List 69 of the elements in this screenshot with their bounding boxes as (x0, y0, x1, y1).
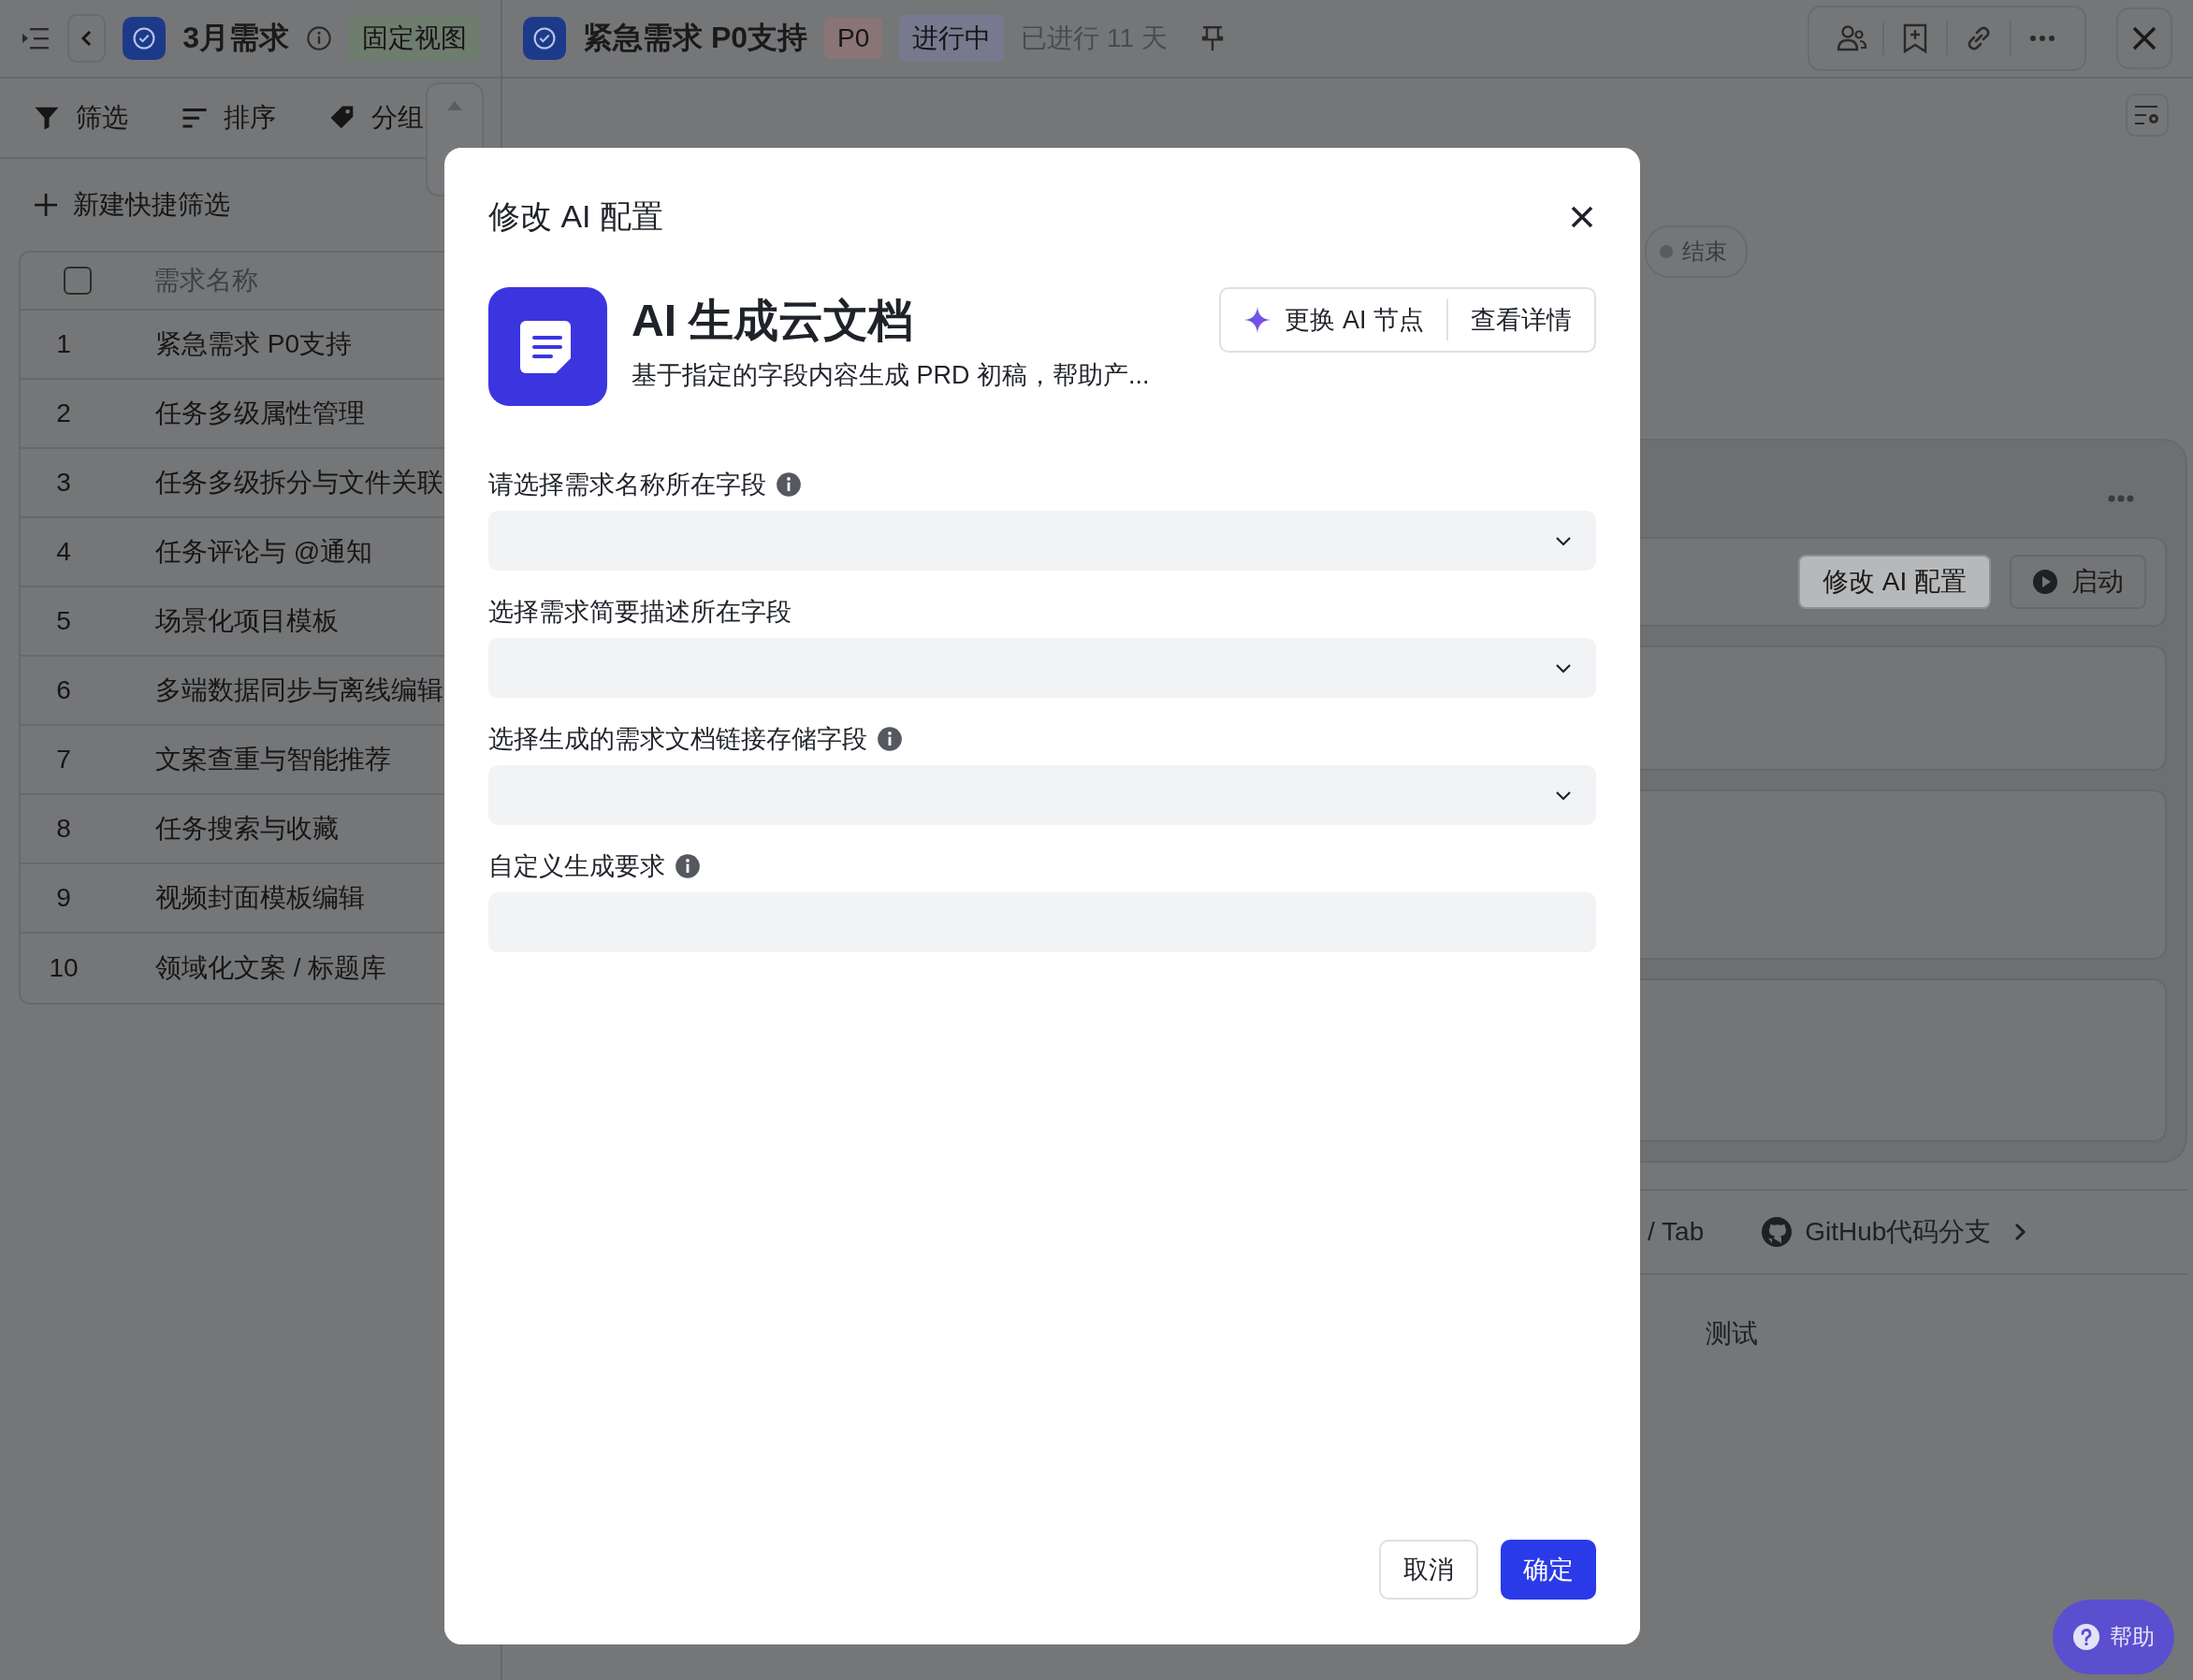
table-cell-text: 多端数据同步与离线编辑 (154, 674, 443, 706)
select-all-checkbox[interactable] (64, 267, 92, 295)
caret-up-icon (445, 99, 464, 112)
record-title: 紧急需求 P0支持 (583, 20, 808, 56)
row-number: 8 (55, 814, 72, 844)
info-icon (877, 726, 903, 752)
replace-ai-node-button[interactable]: 更换 AI 节点 (1221, 289, 1446, 351)
sidebar-toggle-icon[interactable] (21, 25, 51, 51)
node-description: 基于指定的字段内容生成 PRD 初稿，帮助产... (632, 360, 1151, 391)
confirm-button[interactable]: 确定 (1501, 1540, 1596, 1600)
tab-text: / Tab (1648, 1217, 1705, 1247)
row-number: 10 (48, 953, 80, 983)
info-icon (776, 471, 802, 498)
info-icon (675, 853, 701, 879)
close-icon (2130, 24, 2158, 52)
github-branch-link[interactable]: GitHub代码分支 (1760, 1214, 2029, 1250)
node-name: AI 生成云文档 (632, 295, 915, 347)
view-tag: 固定视图 (349, 15, 480, 62)
more-icon[interactable] (2107, 493, 2135, 503)
table-cell-text: 任务评论与 @通知 (154, 536, 373, 568)
row-number: 3 (55, 468, 72, 498)
start-button[interactable]: 启动 (2010, 555, 2146, 610)
table-cell-text: 领域化文案 / 标题库 (154, 952, 387, 984)
document-icon (488, 287, 607, 406)
cat-logo-icon (1760, 1215, 1794, 1249)
select-field[interactable] (488, 638, 1596, 698)
row-number: 1 (55, 329, 72, 359)
edit-ai-config-button[interactable]: 修改 AI 配置 (1798, 555, 1991, 610)
table-title: 3月需求 (182, 20, 289, 56)
row-number: 6 (55, 675, 72, 705)
toolbar-button[interactable]: 分组 (328, 100, 424, 136)
view-details-button[interactable]: 查看详情 (1448, 289, 1594, 351)
select-field[interactable] (488, 765, 1596, 825)
row-number: 4 (55, 537, 72, 567)
app-check-icon (523, 17, 566, 60)
plus-icon (34, 193, 58, 217)
table-cell-text: 文案查重与智能推荐 (154, 744, 391, 775)
table-cell-text: 视频封面模板编辑 (154, 882, 365, 914)
view-settings-button[interactable] (2126, 94, 2169, 137)
dialog-title: 修改 AI 配置 (488, 197, 664, 236)
status-tag: 进行中 (899, 15, 1005, 62)
table-cell-text: 任务搜索与收藏 (154, 813, 339, 845)
row-number: 7 (55, 745, 72, 775)
cancel-button[interactable]: 取消 (1379, 1540, 1478, 1600)
app-check-icon (123, 17, 167, 60)
row-number: 9 (55, 883, 72, 913)
toolbar-button[interactable]: 筛选 (33, 100, 128, 136)
help-button[interactable]: 帮助 (2053, 1600, 2174, 1674)
table-cell-text: 场景化项目模板 (154, 605, 339, 637)
settings-icon (2133, 103, 2161, 127)
test-text: 测试 (1706, 1318, 1759, 1350)
field-label: 选择生成的需求文档链接存储字段 (488, 724, 867, 755)
end-node-label: 结束 (1682, 238, 1727, 266)
field-label: 请选择需求名称所在字段 (488, 470, 766, 500)
row-number: 2 (55, 398, 72, 428)
table-cell-text: 任务多级属性管理 (154, 398, 365, 429)
row-number: 5 (55, 606, 72, 636)
back-button[interactable] (67, 14, 107, 63)
field-label: 选择需求简要描述所在字段 (488, 597, 792, 628)
field-label: 自定义生成要求 (488, 851, 665, 882)
table-cell-text: 紧急需求 P0支持 (154, 328, 353, 360)
table-cell-text: 任务多级拆分与文件关联 (154, 467, 443, 499)
play-icon (2032, 569, 2058, 596)
priority-tag: P0 (824, 18, 883, 59)
status-dot (1660, 245, 1673, 258)
info-icon[interactable] (306, 25, 332, 51)
select-field[interactable] (488, 511, 1596, 571)
toolbar-button[interactable]: 排序 (181, 100, 276, 136)
help-icon (2072, 1623, 2100, 1651)
